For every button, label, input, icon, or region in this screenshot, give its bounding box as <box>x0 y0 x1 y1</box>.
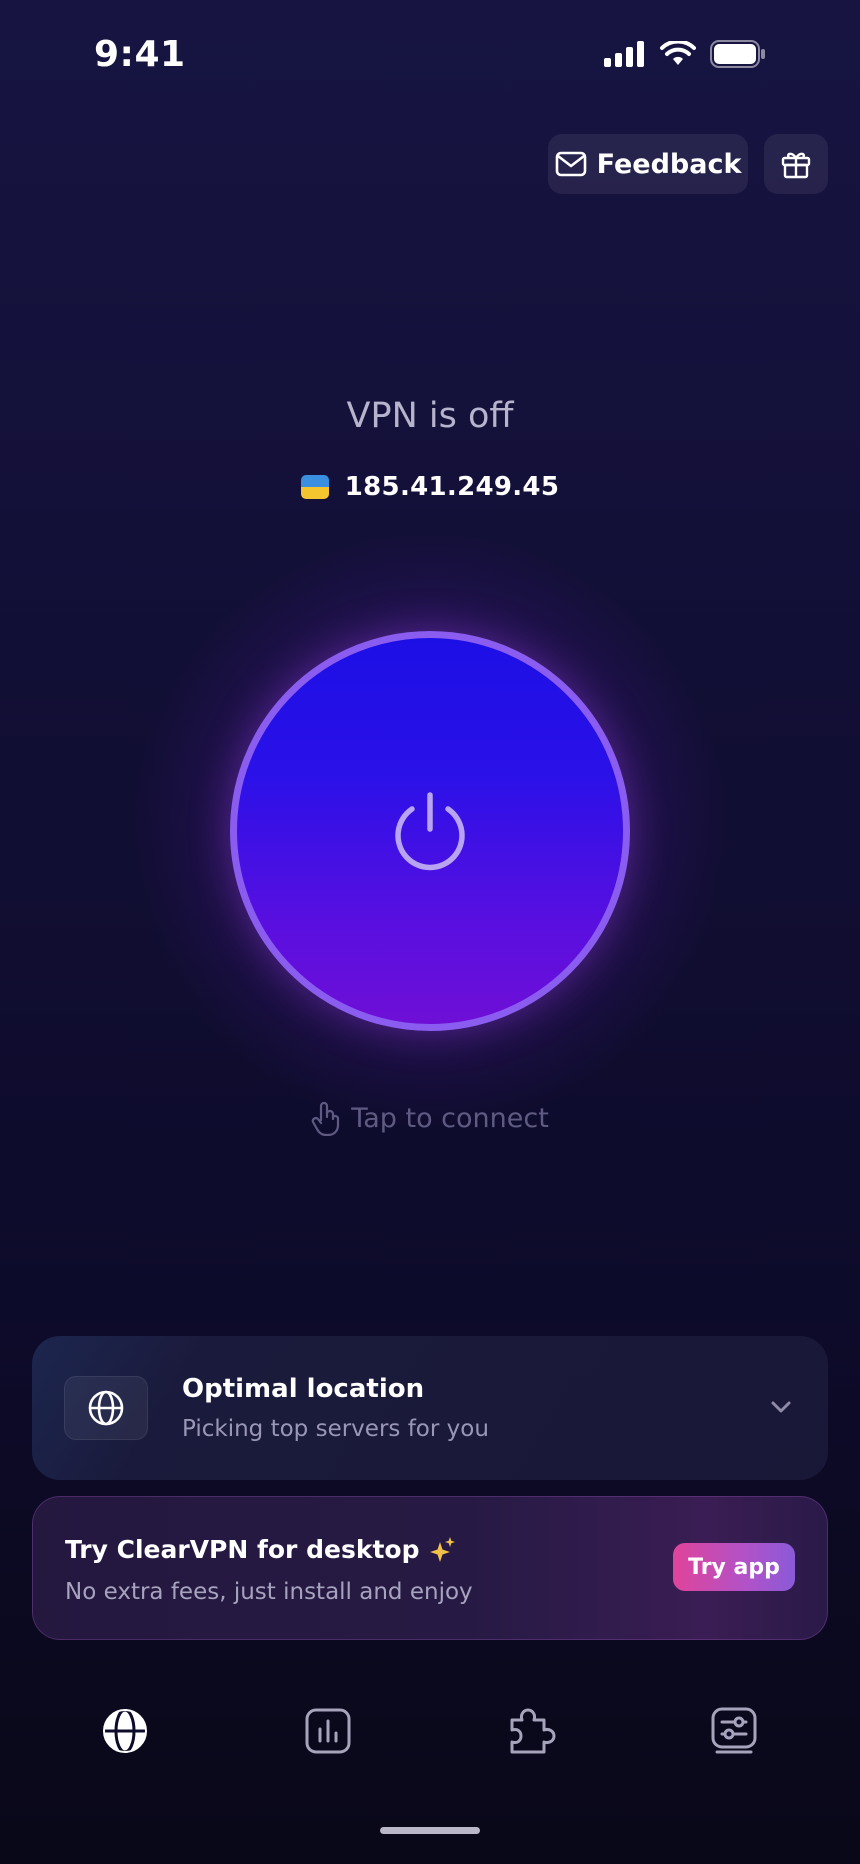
gift-icon <box>781 152 811 179</box>
status-time: 9:41 <box>94 34 186 75</box>
tab-locations[interactable] <box>90 1696 160 1766</box>
power-icon <box>395 792 465 871</box>
battery-icon <box>710 40 765 68</box>
feedback-label: Feedback <box>596 148 742 180</box>
hand-pointer-icon <box>311 1101 340 1136</box>
location-selector-card[interactable]: Optimal location Picking top servers for… <box>32 1336 828 1480</box>
try-app-label: Try app <box>688 1554 780 1580</box>
status-icons <box>604 40 766 68</box>
ukraine-flag-icon <box>300 475 329 499</box>
globe-icon <box>88 1390 124 1426</box>
feedback-button[interactable]: Feedback <box>548 134 748 194</box>
settings-icon <box>711 1707 757 1754</box>
tab-extensions[interactable] <box>496 1696 566 1766</box>
globe-icon <box>103 1708 147 1754</box>
try-app-button[interactable]: Try app <box>673 1543 795 1591</box>
ip-address-row: 185.41.249.45 <box>0 472 860 502</box>
puzzle-icon <box>510 1708 556 1754</box>
vpn-status-label: VPN is off <box>346 396 514 436</box>
gift-button[interactable] <box>764 134 828 194</box>
desktop-promo-card: Try ClearVPN for desktop No extra fees, … <box>32 1496 828 1640</box>
promo-subtitle: No extra fees, just install and enjoy <box>65 1579 473 1605</box>
wifi-icon <box>660 41 696 65</box>
tab-statistics[interactable] <box>293 1696 363 1766</box>
promo-title-row: Try ClearVPN for desktop <box>65 1535 457 1564</box>
location-subtitle: Picking top servers for you <box>182 1416 489 1442</box>
location-title: Optimal location <box>182 1374 425 1404</box>
home-indicator <box>380 1827 480 1834</box>
bottom-tab-bar <box>0 1696 860 1766</box>
ip-address: 185.41.249.45 <box>344 472 560 502</box>
cellular-signal-icon <box>604 41 644 67</box>
stats-icon <box>305 1708 351 1754</box>
connect-power-button[interactable] <box>230 631 630 1031</box>
mail-icon <box>555 151 586 177</box>
sparkles-icon <box>430 1536 456 1562</box>
chevron-down-icon[interactable] <box>768 1394 794 1420</box>
tab-settings[interactable] <box>699 1696 769 1766</box>
tap-to-connect-label: Tap to connect <box>351 1102 549 1134</box>
location-globe-icon-box <box>64 1376 148 1440</box>
tap-to-connect-hint: Tap to connect <box>0 1100 860 1136</box>
promo-title: Try ClearVPN for desktop <box>65 1535 420 1564</box>
